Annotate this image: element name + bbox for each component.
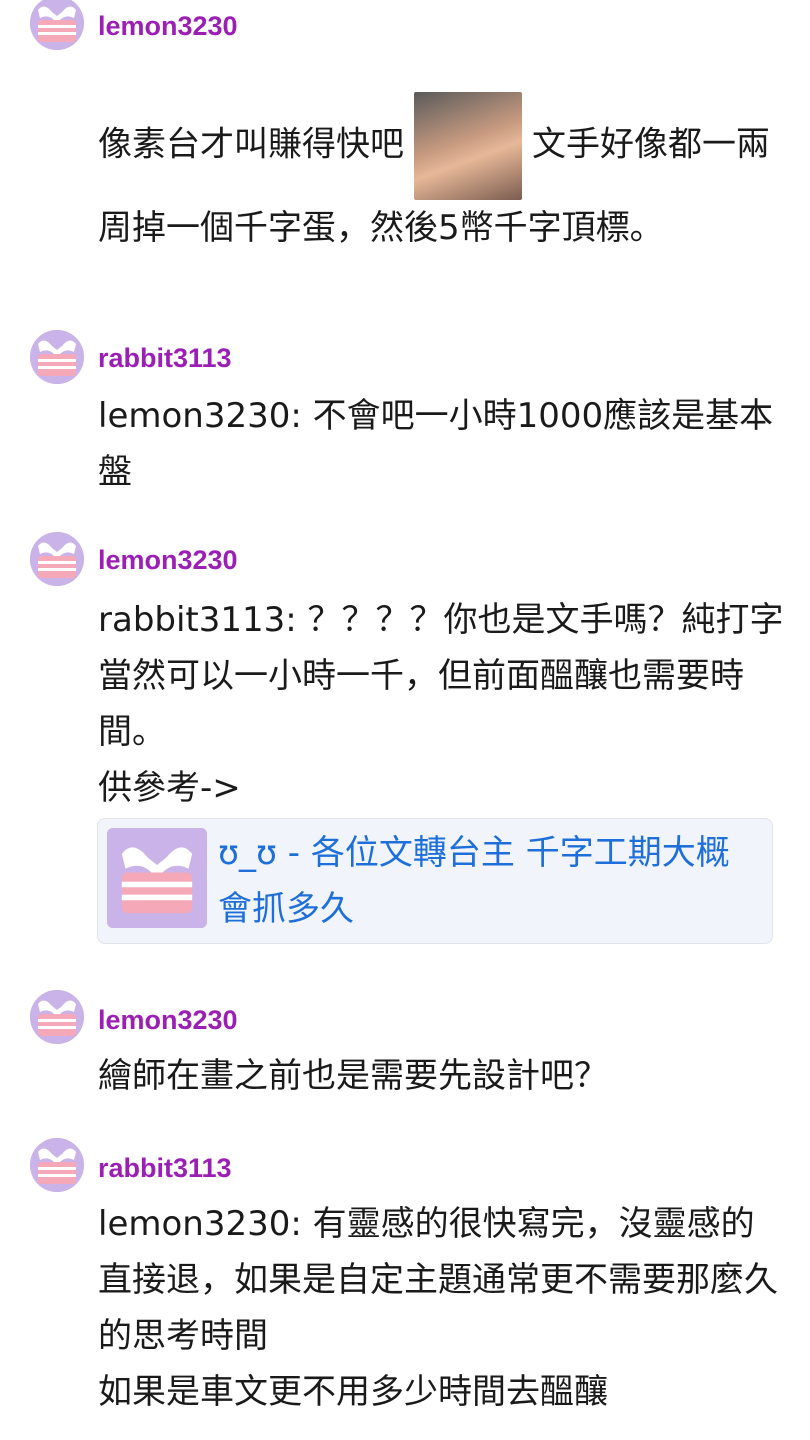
username[interactable]: rabbit3113 (98, 342, 232, 374)
mask-avatar-icon (30, 1138, 84, 1192)
comment-text: lemon3230: 不會吧一小時1000應該是基本盤 (98, 396, 774, 492)
user-avatar[interactable] (30, 1138, 84, 1192)
username[interactable]: lemon3230 (98, 544, 238, 576)
user-avatar[interactable] (30, 330, 84, 384)
username[interactable]: lemon3230 (98, 1004, 238, 1036)
comment-text: 繪師在畫之前也是需要先設計吧？ (98, 1056, 608, 1096)
mask-avatar-icon (30, 990, 84, 1044)
username[interactable]: rabbit3113 (98, 1152, 232, 1184)
link-title[interactable]: ʊ_ʊ - 各位文轉台主 千字工期大概會抓多久 (218, 825, 763, 937)
comment-text-part: 像素台才叫賺得快吧 (98, 124, 404, 165)
mask-avatar-icon (30, 330, 84, 384)
user-avatar[interactable] (30, 990, 84, 1044)
mask-avatar-icon (30, 0, 84, 50)
mask-avatar-icon (30, 532, 84, 586)
comment-text: lemon3230: 有靈感的很快寫完，沒靈感的直接退，如果是自定主題通常更不需… (98, 1204, 778, 1412)
comment-text: 像素台才叫賺得快吧 文手好像都一兩周掉一個千字蛋，然後5幣千字頂標。 (98, 92, 788, 256)
link-thumbnail (107, 828, 207, 928)
mask-avatar-icon (107, 828, 207, 928)
user-avatar[interactable] (30, 532, 84, 586)
comment-text: rabbit3113: ？？？？你也是文手嗎？純打字當然可以一小時一千，但前面醞… (98, 600, 784, 808)
user-avatar[interactable] (30, 0, 84, 50)
face-photo-icon[interactable] (414, 92, 522, 200)
username[interactable]: lemon3230 (98, 10, 238, 42)
link-preview-card[interactable]: ʊ_ʊ - 各位文轉台主 千字工期大概會抓多久 (97, 818, 773, 944)
